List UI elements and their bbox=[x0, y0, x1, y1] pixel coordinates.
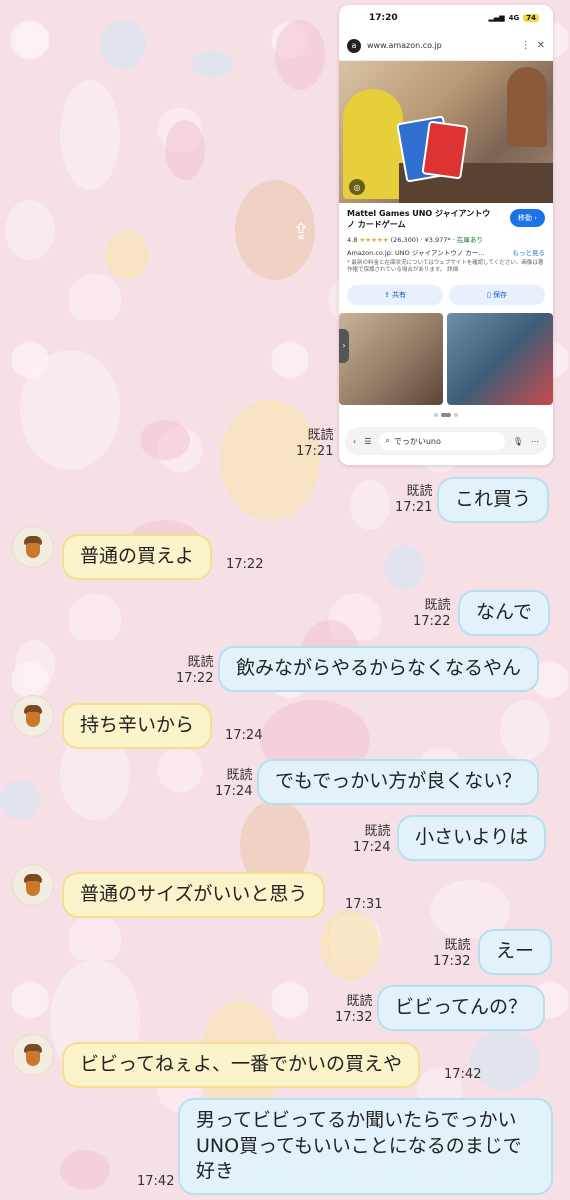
read-receipt: 既読 bbox=[364, 824, 391, 839]
acorn-icon bbox=[24, 874, 42, 896]
read-receipt: 既読 bbox=[187, 655, 214, 670]
chat-bubble-received[interactable]: 普通のサイズがいいと思う bbox=[62, 872, 326, 918]
stock-status: 在庫あり bbox=[456, 235, 483, 244]
disclaimer-note: * 最新の料金と在庫状況についてはウェブサイトを確認してください。画像は著作権で… bbox=[347, 259, 544, 274]
thumbnail-image bbox=[339, 312, 443, 405]
message-meta: 既読 17:21 bbox=[296, 428, 333, 461]
timestamp: 17:32 bbox=[433, 954, 471, 970]
search-query-pill: ⌕ でっかいuno bbox=[379, 431, 505, 451]
message-meta: 既読 17:21 bbox=[395, 484, 432, 517]
chat-bubble-sent[interactable]: 男ってビビってるか聞いたらでっかいUNO買ってもいいことになるのまじで好き bbox=[178, 1098, 553, 1195]
rating-stars: ★★★★★ bbox=[359, 235, 389, 244]
chat-bubble-sent[interactable]: ビビってんの？ bbox=[377, 985, 546, 1031]
search-icon: ⌕ bbox=[385, 436, 390, 445]
network-label: 4G bbox=[508, 14, 520, 22]
chat-bubble-sent[interactable]: えー bbox=[478, 929, 553, 975]
acorn-icon bbox=[24, 536, 42, 558]
carousel-dots bbox=[339, 412, 553, 417]
chat-bubble-sent[interactable]: これ買う bbox=[437, 477, 550, 523]
thumbnail-image bbox=[447, 312, 553, 405]
site-icon: a bbox=[347, 38, 361, 53]
acorn-icon bbox=[24, 1044, 42, 1066]
more-vert-icon: ⋮ bbox=[520, 40, 531, 51]
message-meta: 既読 17:22 bbox=[413, 598, 450, 631]
message-meta: 既読 17:24 bbox=[215, 768, 252, 801]
message-meta: 既読 17:32 bbox=[335, 994, 372, 1027]
product-info: Mattel Games UNO ジャイアントウノ カードゲーム 移動 › 4.… bbox=[339, 203, 553, 281]
timestamp: 17:24 bbox=[215, 784, 253, 800]
timestamp: 17:31 bbox=[345, 897, 383, 912]
chevron-right-icon: › bbox=[339, 328, 349, 363]
chat-bubble-received[interactable]: ビビってねぇよ、一番でかいの買えや bbox=[62, 1042, 421, 1088]
chat-bubble-sent[interactable]: 小さいよりは bbox=[397, 815, 547, 861]
action-row: ⇪ 共有 ▯ 保存 bbox=[339, 281, 553, 309]
status-icons: ▂▄▆ 4G 74 bbox=[488, 14, 539, 22]
avatar[interactable] bbox=[12, 695, 54, 737]
timestamp: 17:42 bbox=[444, 1067, 482, 1082]
read-receipt: 既読 bbox=[444, 938, 471, 953]
rating-value: 4.8 bbox=[347, 235, 358, 244]
timestamp: 17:22 bbox=[176, 671, 214, 687]
message-meta: 既読 17:24 bbox=[353, 824, 390, 857]
review-count: (26,300) bbox=[390, 235, 419, 244]
status-time: 17:20 bbox=[369, 13, 398, 23]
read-receipt: 既読 bbox=[424, 598, 451, 613]
timestamp: 17:22 bbox=[413, 614, 451, 630]
timestamp: 17:42 bbox=[137, 1174, 175, 1189]
shared-screenshot[interactable]: 17:20 ▂▄▆ 4G 74 a www.amazon.co.jp ⋮ ✕ ◎… bbox=[339, 5, 553, 465]
description-row: Amazon.co.jp: UNO ジャイアントウノ カー… もっと見る bbox=[347, 247, 545, 257]
timestamp: 17:24 bbox=[353, 840, 391, 856]
mic-icon: 🎙 bbox=[512, 436, 523, 446]
read-receipt: 既読 bbox=[307, 428, 334, 443]
browser-url-bar: a www.amazon.co.jp ⋮ ✕ bbox=[339, 31, 553, 61]
chat-bubble-received[interactable]: 普通の買えよ bbox=[62, 534, 213, 580]
timestamp: 17:22 bbox=[226, 557, 264, 572]
read-receipt: 既読 bbox=[406, 484, 433, 499]
share-button: ⇪ 共有 bbox=[347, 284, 443, 305]
related-images: › bbox=[339, 309, 553, 409]
message-meta: 既読 17:22 bbox=[176, 655, 213, 688]
product-title: Mattel Games UNO ジャイアントウノ カードゲーム bbox=[347, 209, 491, 229]
description: Amazon.co.jp: UNO ジャイアントウノ カー… bbox=[347, 248, 485, 257]
save-button: ▯ 保存 bbox=[449, 284, 545, 305]
search-query: でっかいuno bbox=[393, 436, 441, 446]
bottom-search-bar: ‹ ☰ ⌕ でっかいuno 🎙 ⋯ bbox=[345, 427, 547, 455]
rating-row: 4.8 ★★★★★ (26,300) · ¥3,977* · 在庫あり bbox=[347, 235, 483, 244]
status-bar: 17:20 ▂▄▆ 4G 74 bbox=[339, 5, 553, 31]
go-button: 移動 › bbox=[509, 209, 545, 227]
chat-bubble-sent[interactable]: なんで bbox=[458, 590, 551, 636]
chat-bubble-sent[interactable]: でもでっかい方が良くない？ bbox=[257, 759, 540, 805]
read-receipt: 既読 bbox=[226, 768, 253, 783]
signal-icon: ▂▄▆ bbox=[488, 14, 505, 22]
share-icon[interactable]: ⇪ bbox=[292, 220, 318, 246]
chat-bubble-received[interactable]: 持ち辛いから bbox=[62, 703, 213, 749]
price: ¥3,977* bbox=[424, 235, 451, 244]
acorn-icon bbox=[24, 705, 42, 727]
tabs-icon: ☰ bbox=[364, 436, 372, 446]
avatar[interactable] bbox=[12, 526, 54, 568]
back-icon: ‹ bbox=[353, 436, 357, 446]
message-meta: 既読 17:32 bbox=[433, 938, 470, 971]
product-hero-image: ◎ bbox=[339, 61, 553, 203]
more-icon: ⋯ bbox=[531, 436, 539, 446]
details-link: 詳細 bbox=[447, 267, 459, 274]
close-icon: ✕ bbox=[536, 40, 545, 51]
url-text: www.amazon.co.jp bbox=[367, 41, 442, 50]
read-receipt: 既読 bbox=[346, 994, 373, 1009]
timestamp: 17:32 bbox=[335, 1010, 373, 1026]
avatar[interactable] bbox=[12, 1034, 54, 1076]
timestamp: 17:21 bbox=[296, 444, 334, 460]
lens-icon: ◎ bbox=[349, 179, 365, 195]
avatar[interactable] bbox=[12, 864, 54, 906]
battery-icon: 74 bbox=[523, 14, 539, 22]
timestamp: 17:24 bbox=[225, 728, 263, 743]
more-link: もっと見る bbox=[512, 248, 546, 257]
chat-bubble-sent[interactable]: 飲みながらやるからなくなるやん bbox=[218, 646, 540, 692]
timestamp: 17:21 bbox=[395, 500, 433, 516]
